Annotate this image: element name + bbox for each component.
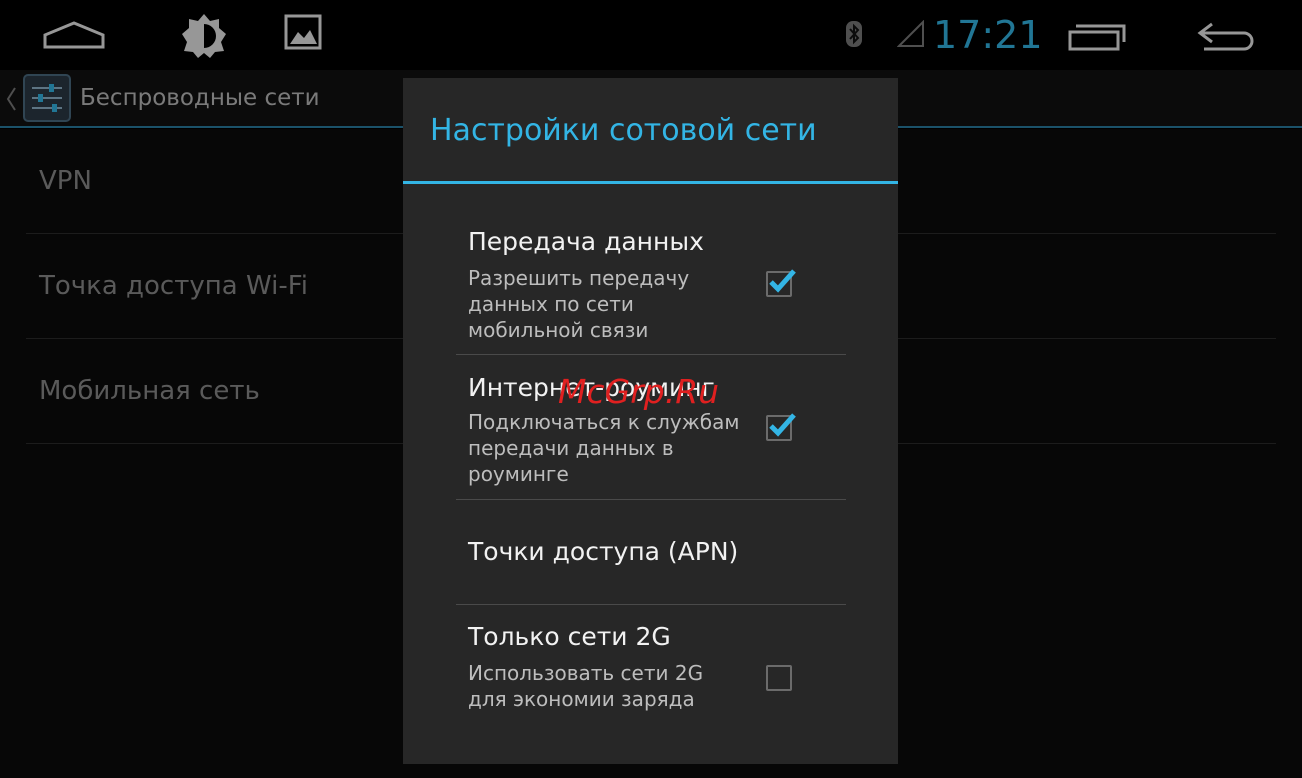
2g-only-checkbox[interactable] (766, 665, 792, 691)
pref-data-enabled[interactable]: Передача данных Разрешить передачу данны… (456, 223, 846, 355)
dialog-title-divider (403, 181, 898, 184)
checkmark-icon (769, 413, 796, 437)
checkmark-icon (769, 269, 796, 293)
watermark: McGrp.Ru (558, 372, 720, 411)
pref-summary: Использовать сети 2G для экономии заряда (468, 661, 704, 711)
pref-title: Точки доступа (APN) (468, 537, 739, 566)
pref-title: Только сети 2G (468, 622, 671, 651)
pref-summary: Разрешить передачу данных по сети мобиль… (468, 266, 690, 342)
pref-summary: Подключаться к службам передачи данных в… (468, 410, 740, 486)
pref-2g-only[interactable]: Только сети 2G Использовать сети 2G для … (456, 605, 846, 725)
pref-title: Передача данных (468, 227, 704, 256)
data-enabled-checkbox[interactable] (766, 269, 796, 297)
data-roaming-checkbox[interactable] (766, 413, 796, 441)
dialog-title: Настройки сотовой сети (430, 113, 817, 148)
pref-apn[interactable]: Точки доступа (APN) (456, 500, 846, 605)
mobile-network-settings-dialog: Настройки сотовой сети Передача данных Р… (403, 78, 898, 764)
